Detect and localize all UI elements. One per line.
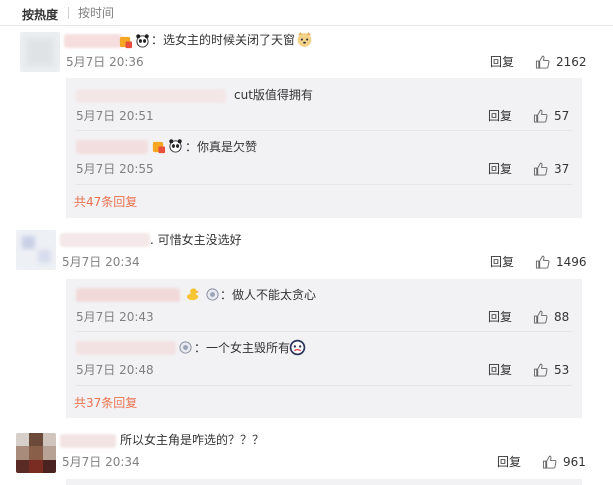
divider [76,331,572,332]
username-blurred[interactable] [64,34,122,48]
reply-text: cut版值得拥有 [234,88,313,102]
reply-text: ：做人不能太贪心 [220,288,317,302]
like-button[interactable]: 88 [533,309,569,325]
sort-bar: 按热度 按时间 [0,0,613,26]
sort-by-hot-tab[interactable]: 按热度 [22,6,58,23]
username-blurred[interactable] [60,434,116,448]
vip-badge-icon [152,141,166,154]
divider [76,184,572,185]
reply-button[interactable]: 回复 [488,363,512,377]
comment-time: 5月7日 20:36 [66,55,144,69]
like-button[interactable]: 37 [533,161,569,177]
thumbs-up-icon [533,109,548,123]
comment-text: ：选女主的时候关闭了天窗 [151,33,296,47]
like-count: 2162 [556,55,587,69]
reply-time: 5月7日 20:48 [76,363,154,377]
vip-badge-icon [119,36,133,49]
avatar[interactable] [16,230,56,270]
username-blurred[interactable] [60,233,150,247]
thumbs-up-icon [535,255,550,269]
username-blurred[interactable] [76,341,176,355]
avatar[interactable] [20,32,60,72]
thumbs-up-icon [533,363,548,377]
like-count: 53 [554,363,570,377]
like-button[interactable]: 53 [533,362,569,378]
comment-text: 所以女主角是咋选的？？？ [120,433,265,447]
thumbs-up-icon [533,310,548,324]
like-button[interactable]: 961 [542,454,586,470]
username-blurred[interactable] [76,288,180,302]
reply-button[interactable]: 回复 [497,455,521,469]
reply-thread [66,479,582,485]
badge-icon [179,341,192,354]
thumbs-up-icon [533,162,548,176]
divider [76,385,572,386]
like-count: 37 [554,162,570,176]
comment-time: 5月7日 20:34 [62,255,140,269]
comment-text: . 可惜女主没选好 [150,233,242,247]
like-button[interactable]: 1496 [535,254,587,270]
reply-time: 5月7日 20:43 [76,310,154,324]
panda-icon [136,34,149,48]
thumbs-up-icon [542,455,557,469]
reply-text: ：一个女主毁所有 [194,341,291,355]
reply-text: ：你真是欠赞 [185,140,258,154]
like-count: 88 [554,310,570,324]
crying-face-icon [289,339,306,356]
like-button[interactable]: 2162 [535,54,587,70]
reply-button[interactable]: 回复 [488,109,512,123]
comment-time: 5月7日 20:34 [62,455,140,469]
like-button[interactable]: 57 [533,108,569,124]
reply-button[interactable]: 回复 [488,162,512,176]
reply-button[interactable]: 回复 [490,55,514,69]
sort-by-time-tab[interactable]: 按时间 [78,6,114,20]
reply-time: 5月7日 20:51 [76,109,154,123]
more-replies-link[interactable]: 共37条回复 [74,396,137,410]
like-count: 961 [563,455,586,469]
badge-icon [206,288,219,301]
panda-icon [169,139,182,153]
like-count: 57 [554,109,570,123]
divider [76,130,572,131]
reply-button[interactable]: 回复 [488,310,512,324]
username-blurred[interactable] [76,89,226,103]
sort-divider [68,7,69,19]
avatar[interactable] [16,433,56,473]
reply-time: 5月7日 20:55 [76,162,154,176]
duck-icon [186,288,200,301]
more-replies-link[interactable]: 共47条回复 [74,195,137,209]
thumbs-up-icon [535,55,550,69]
reply-button[interactable]: 回复 [490,255,514,269]
username-blurred[interactable] [76,140,148,154]
doge-emoji-icon [297,32,312,47]
like-count: 1496 [556,255,587,269]
